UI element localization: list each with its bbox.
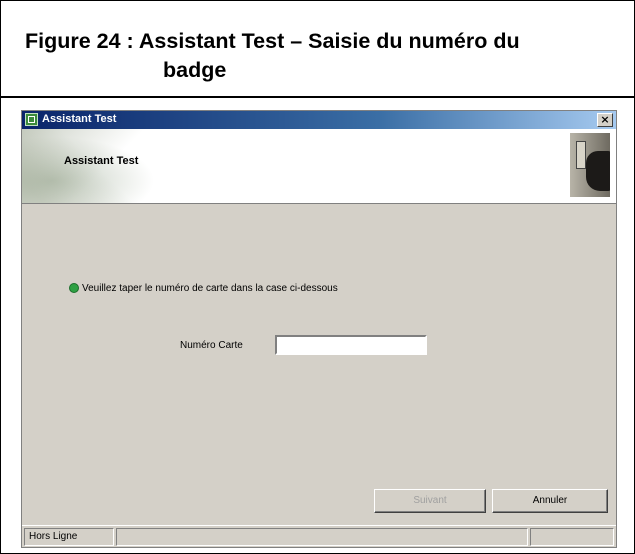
- instruction-text: Veuillez taper le numéro de carte dans l…: [82, 283, 338, 294]
- status-right: [530, 528, 614, 546]
- door-handle-icon: [576, 141, 586, 169]
- wizard-window: Assistant Test × Assistant Test Veuillez…: [21, 110, 617, 548]
- caption-line-2: badge: [163, 58, 227, 82]
- hand-icon: [586, 151, 610, 191]
- title-bar[interactable]: Assistant Test ×: [22, 111, 616, 129]
- figure-frame: Figure 24 : Assistant Test – Saisie du n…: [0, 0, 635, 554]
- caption-line-1: Figure 24 : Assistant Test – Saisie du n…: [25, 29, 520, 53]
- next-button[interactable]: Suivant: [374, 489, 486, 513]
- app-icon: [25, 113, 38, 126]
- status-bar: Hors Ligne: [22, 525, 616, 547]
- card-number-label: Numéro Carte: [180, 340, 243, 351]
- green-bullet-icon: [69, 283, 79, 293]
- header-title: Assistant Test: [64, 155, 139, 167]
- window-title: Assistant Test: [42, 113, 117, 125]
- status-middle: [116, 528, 528, 546]
- figure-caption: Figure 24 : Assistant Test – Saisie du n…: [1, 1, 634, 98]
- wizard-header: Assistant Test: [22, 129, 616, 204]
- card-number-input[interactable]: [275, 335, 427, 355]
- status-connection: Hors Ligne: [24, 528, 114, 546]
- badge-reader-photo: [570, 133, 610, 197]
- cancel-button[interactable]: Annuler: [492, 489, 608, 513]
- close-button[interactable]: ×: [597, 113, 613, 127]
